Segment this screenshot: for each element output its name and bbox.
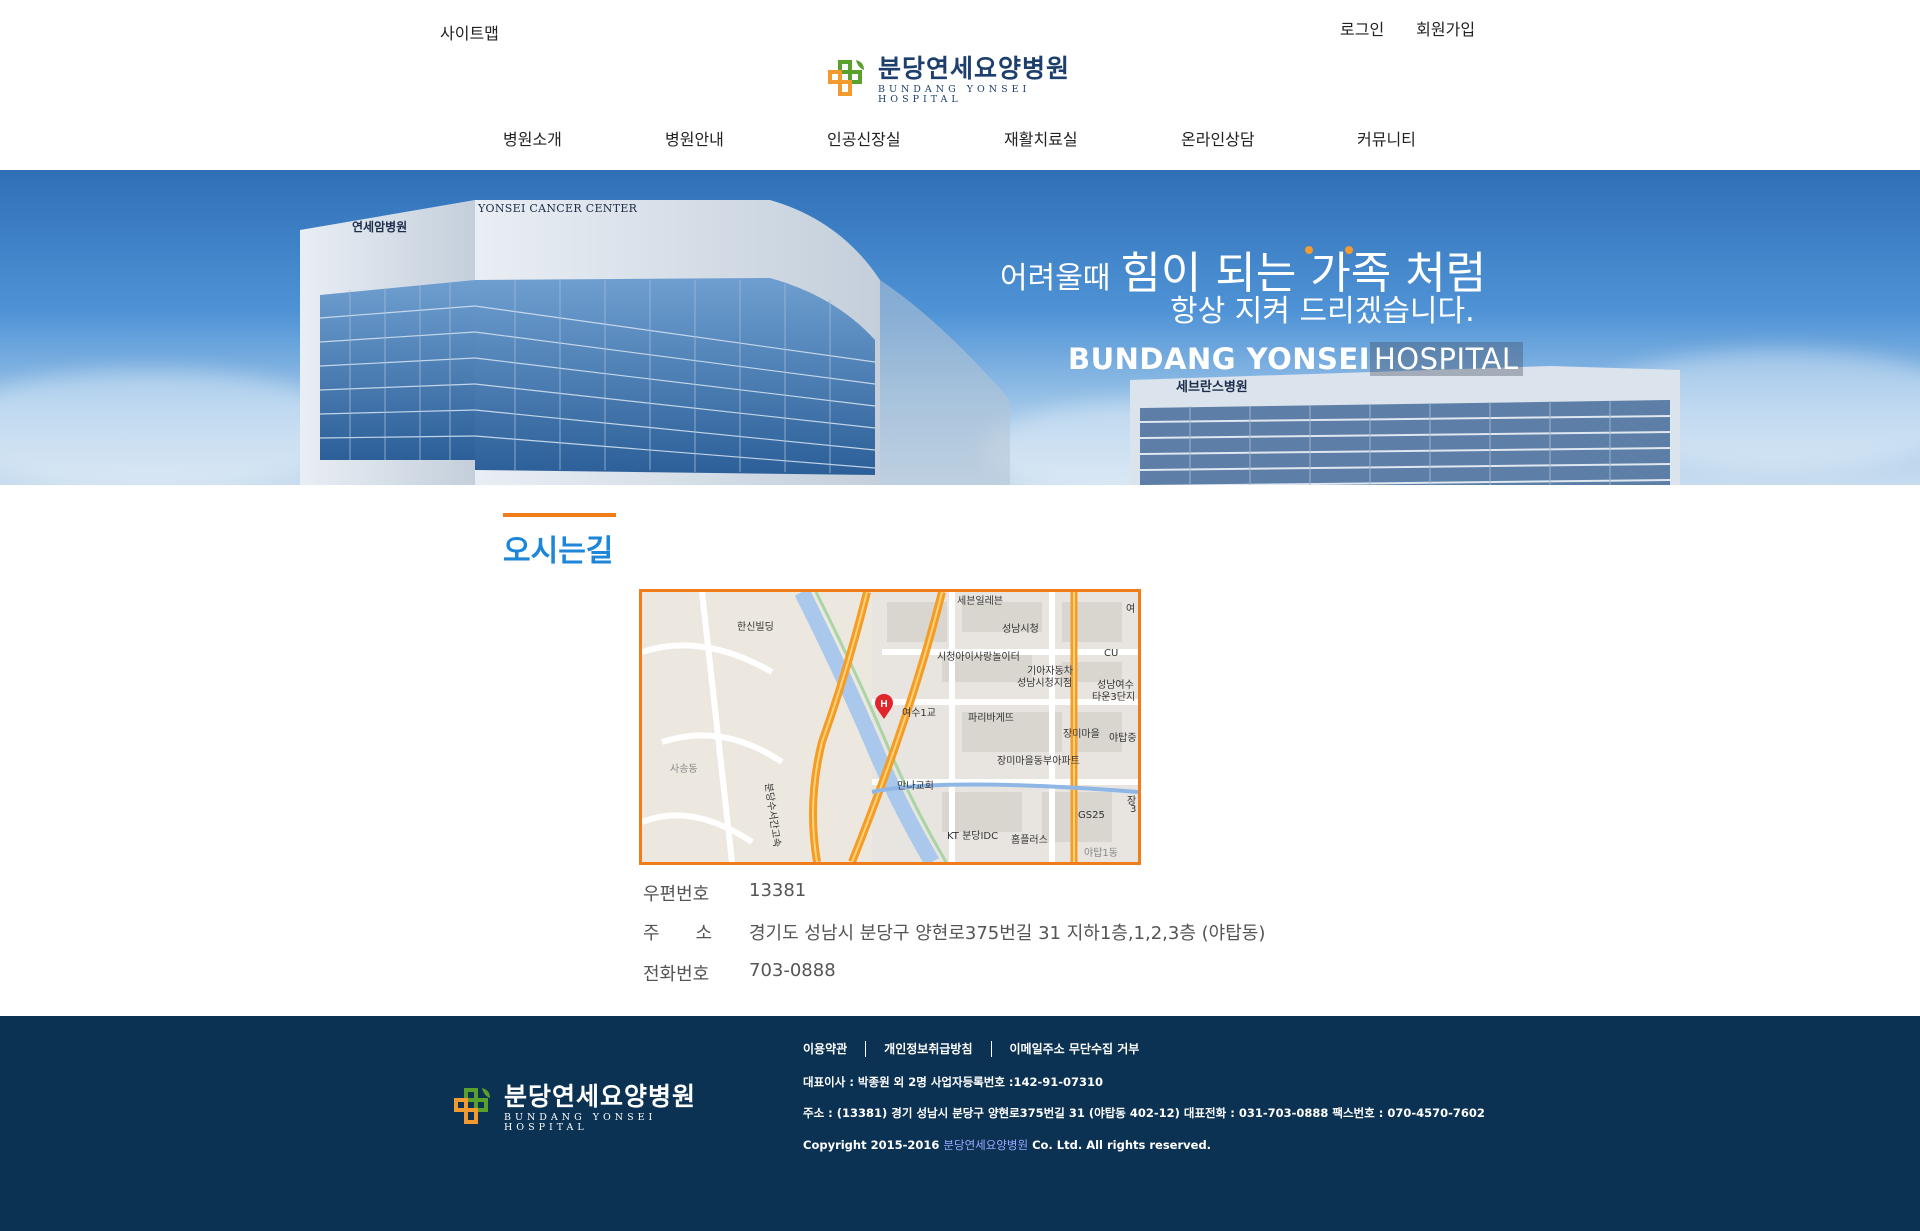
hospital-location-pin-icon[interactable]: H <box>873 694 895 720</box>
map-label: 홈플러스 <box>1011 835 1048 846</box>
divider <box>865 1040 867 1057</box>
map-label: 만나교회 <box>897 781 934 792</box>
map-label: 시청아이사랑놀이터 <box>937 652 1020 663</box>
footer-logo: 분당연세요양병원 BUNDANG YONSEI HOSPITAL <box>452 1084 722 1132</box>
map-label: 여수1교 <box>902 708 936 719</box>
footer-links: 이용약관 개인정보취급방침 이메일주소 무단수집 거부 <box>803 1040 1139 1057</box>
map-label: 파리바게뜨 <box>968 713 1014 724</box>
divider <box>990 1040 992 1057</box>
footer-copyright: Copyright 2015-2016 분당연세요양병원 Co. Ltd. Al… <box>803 1137 1211 1153</box>
nav-guide[interactable]: 병원안내 <box>665 126 724 150</box>
copyright-suffix: Co. Ltd. All rights reserved. <box>1032 1138 1212 1152</box>
sitemap-link[interactable]: 사이트맵 <box>440 20 499 44</box>
main-nav: 병원소개 병원안내 인공신장실 재활치료실 온라인상담 커뮤니티 <box>480 126 1440 150</box>
site-logo[interactable]: 분당연세요양병원 BUNDANG YONSEI HOSPITAL <box>826 56 1096 104</box>
login-link[interactable]: 로그인 <box>1340 16 1384 40</box>
building-sign-severance: 세브란스병원 <box>1176 380 1248 395</box>
top-links: 로그인 회원가입 <box>1340 16 1475 40</box>
terms-link[interactable]: 이용약관 <box>803 1040 847 1057</box>
site-header: 사이트맵 로그인 회원가입 분당연세요양병원 BUNDANG YONSEI HO… <box>0 0 1920 170</box>
email-refusal-link[interactable]: 이메일주소 무단수집 거부 <box>1010 1040 1140 1057</box>
nav-rehab[interactable]: 재활치료실 <box>1004 126 1078 150</box>
address-value: 경기도 성남시 분당구 양현로375번길 31 지하1층,1,2,3층 (야탑동… <box>749 923 1266 944</box>
map-label: 야탑중 <box>1109 733 1137 744</box>
nav-community[interactable]: 커뮤니티 <box>1357 126 1416 150</box>
banner-hospital-name: BUNDANG YONSEI HOSPITAL <box>1068 342 1523 376</box>
page-title: 오시는길 <box>503 534 614 569</box>
cancer-center-building-image <box>300 200 1010 485</box>
info-row-zipcode: 우편번호 13381 <box>643 880 1343 910</box>
footer-ceo-info: 대표이사 : 박종원 외 2명 사업자등록번호 :142-91-07310 <box>803 1075 1104 1089</box>
copyright-prefix: Copyright 2015-2016 <box>803 1138 940 1152</box>
building-sign-yonsei: 연세암병원 <box>352 220 408 234</box>
logo-name-ko: 분당연세요양병원 <box>878 54 1071 83</box>
nav-consult[interactable]: 온라인상담 <box>1181 126 1255 150</box>
cross-logo-icon <box>452 1086 496 1130</box>
map-label: 여 <box>1126 604 1136 615</box>
map-label: 야탑1동 <box>1084 848 1118 859</box>
address-label: 주 소 <box>643 923 713 944</box>
map-label: 세븐일레븐 <box>957 596 1003 607</box>
logo-name-en: BUNDANG YONSEI HOSPITAL <box>878 84 1031 105</box>
privacy-link[interactable]: 개인정보취급방침 <box>884 1040 972 1057</box>
building-sign-cancer-center: YONSEI CANCER CENTER <box>478 202 638 215</box>
map-label: 사송동 <box>670 764 698 775</box>
nav-dialysis[interactable]: 인공신장실 <box>827 126 901 150</box>
map-label: 성남시청지점 <box>1017 678 1073 689</box>
site-footer: 분당연세요양병원 BUNDANG YONSEI HOSPITAL 이용약관 개인… <box>0 1016 1920 1231</box>
map-label: 장미마을동부아파트 <box>997 756 1080 767</box>
zipcode-value: 13381 <box>749 880 807 901</box>
map-label: 장미마을 <box>1063 729 1100 740</box>
map-label: CU <box>1104 648 1119 659</box>
banner-hospital-bold: BUNDANG YONSEI <box>1068 342 1370 376</box>
map-label: GS25 <box>1078 810 1105 821</box>
phone-label: 전화번호 <box>643 964 710 985</box>
zipcode-label: 우편번호 <box>643 884 710 905</box>
map-label: KT 분당IDC <box>947 831 999 842</box>
banner-hospital-light: HOSPITAL <box>1369 342 1523 376</box>
slogan-small-text: 어려울때 <box>1000 261 1111 296</box>
map-label: 성남시청 <box>1002 624 1039 635</box>
map-label: 한신빌딩 <box>737 622 774 633</box>
cross-logo-icon <box>826 58 870 102</box>
map-label: 타운3단지 <box>1092 692 1136 703</box>
title-accent-bar <box>503 513 616 517</box>
phone-value: 703-0888 <box>749 960 836 981</box>
nav-about[interactable]: 병원소개 <box>503 126 562 150</box>
map-label: 3 <box>1130 804 1137 815</box>
info-row-address: 주 소 경기도 성남시 분당구 양현로375번길 31 지하1층,1,2,3층 … <box>643 919 1343 949</box>
info-row-phone: 전화번호 703-0888 <box>643 960 1343 990</box>
banner-slogan-line2: 항상 지켜 드리겠습니다. <box>1170 294 1475 329</box>
footer-logo-name-en: BUNDANG YONSEI HOSPITAL <box>504 1112 657 1133</box>
footer-address-info: 주소 : (13381) 경기 성남시 분당구 양현로375번길 31 (야탑동… <box>803 1106 1485 1120</box>
location-map[interactable]: H 한신빌딩 세븐일레븐 성남시청 시청아이사랑놀이터 CU 기아자동차 성남시… <box>639 589 1141 865</box>
hero-banner: YONSEI CANCER CENTER 연세암병원 세브란스병원 어려울때 힘이… <box>0 170 1920 485</box>
footer-logo-name-ko: 분당연세요양병원 <box>504 1082 697 1111</box>
copyright-name: 분당연세요양병원 <box>943 1138 1029 1152</box>
signup-link[interactable]: 회원가입 <box>1416 16 1475 40</box>
svg-text:H: H <box>880 699 887 710</box>
